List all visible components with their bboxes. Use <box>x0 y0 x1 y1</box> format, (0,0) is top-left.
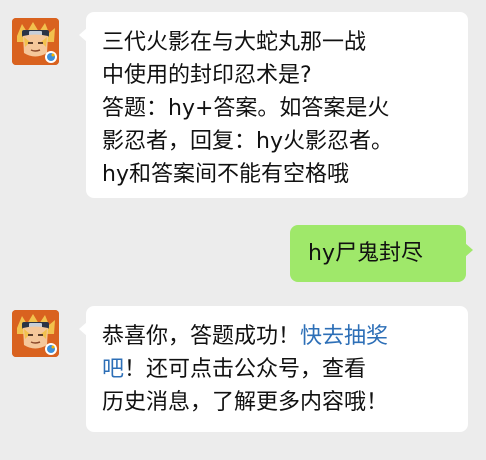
history-hint-text: ！还可点击公众号，查看 <box>124 357 367 382</box>
message-text-line: 答题：hy+答案。如答案是火 <box>102 96 390 121</box>
incoming-message-1: 三代火影在与大蛇丸那一战 中使用的封印忍术是? 答题：hy+答案。如答案是火 影… <box>79 12 468 198</box>
congrats-text: 恭喜你，答题成功！ <box>102 324 301 349</box>
naruto-avatar-icon <box>12 18 59 65</box>
message-text-line: 三代火影在与大蛇丸那一战 <box>102 30 367 55</box>
sender-avatar[interactable] <box>12 310 59 357</box>
message-text-line: 吧！还可点击公众号，查看 <box>102 353 452 386</box>
message-text-line: hy和答案间不能有空格哦 <box>102 162 349 187</box>
message-text-line: 影忍者，回复：hy火影忍者。 <box>102 129 393 154</box>
outgoing-message: hy尸鬼封尽 <box>290 225 473 282</box>
incoming-message-2: 恭喜你，答题成功！快去抽奖 吧！还可点击公众号，查看 历史消息，了解更多内容哦！ <box>79 306 468 432</box>
lottery-link-continued[interactable]: 吧 <box>102 357 124 382</box>
sender-avatar[interactable] <box>12 18 59 65</box>
message-text-line: hy尸鬼封尽 <box>308 241 423 266</box>
naruto-avatar-icon <box>12 310 59 357</box>
message-text-line: 恭喜你，答题成功！快去抽奖 <box>102 320 452 353</box>
message-text-line: 中使用的封印忍术是? <box>102 63 312 88</box>
lottery-link[interactable]: 快去抽奖 <box>300 324 388 349</box>
message-text-line: 历史消息，了解更多内容哦！ <box>102 390 389 415</box>
